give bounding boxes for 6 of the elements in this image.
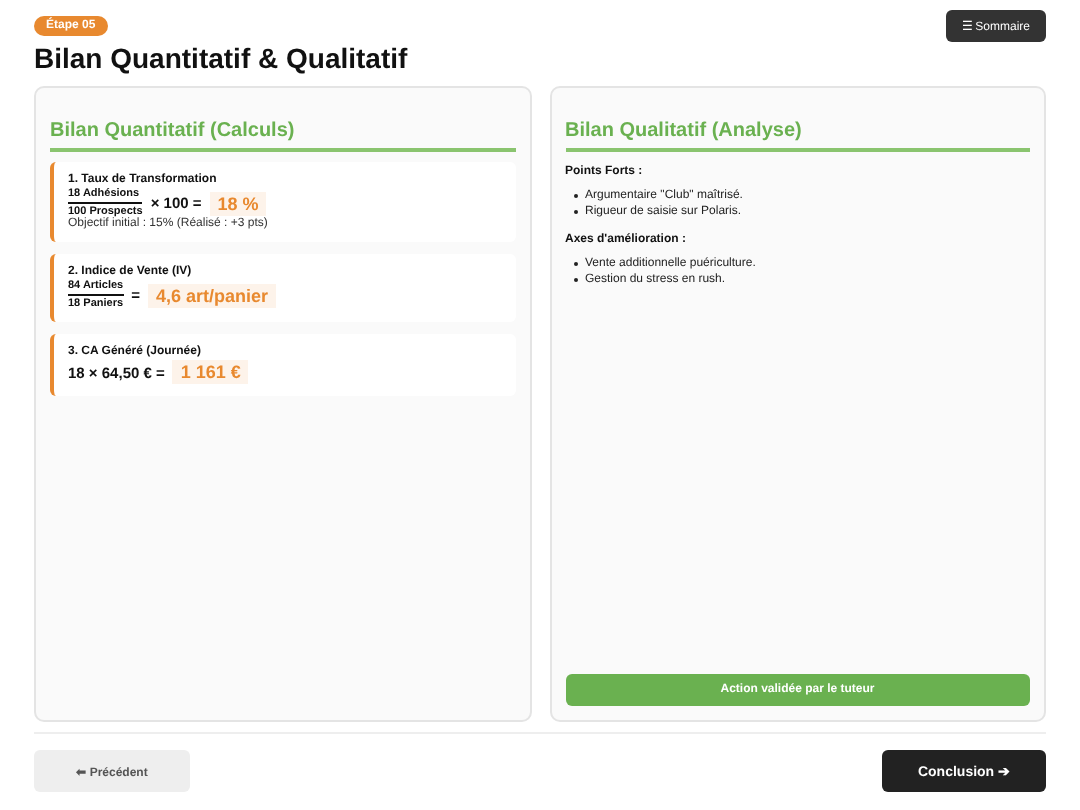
result-value: 18 % xyxy=(209,191,267,215)
result-value: 1 161 € xyxy=(172,360,249,384)
page-title: Bilan Quantitatif & Qualitatif xyxy=(34,42,408,74)
panel-heading: Bilan Qualitatif (Analyse) xyxy=(565,120,1030,152)
result-value: 4,6 art/panier xyxy=(148,283,277,307)
panel-heading: Bilan Quantitatif (Calculs) xyxy=(50,120,515,152)
